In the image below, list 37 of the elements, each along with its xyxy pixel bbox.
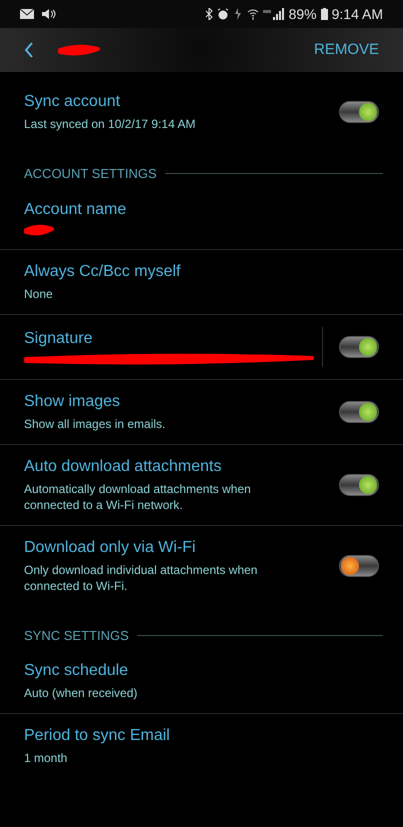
signal-icon [262,8,285,20]
setting-summary: 1 month [24,750,68,766]
setting-title: Download only via Wi-Fi [24,538,197,558]
clock: 9:14 AM [332,4,383,24]
section-header: SYNC SETTINGS [24,626,129,644]
setting-title: Auto download attachments [24,456,222,476]
setting-summary: Only download individual attachments when connected to Wi-Fi. [24,562,258,594]
volume-icon [42,9,56,19]
battery-icon [320,8,328,20]
charging-icon [232,8,243,20]
bluetooth-icon [204,8,213,20]
toggle-switch[interactable] [339,101,379,123]
redaction-scribble [24,224,54,236]
setting-title: Sync schedule [24,661,130,681]
setting-title: Period to sync Email [24,726,171,746]
remove-button[interactable]: REMOVE [314,38,379,62]
wifi-icon [246,8,259,20]
setting-summary: Auto (when received) [24,685,138,701]
mail-icon [20,9,34,19]
toggle-switch[interactable] [339,554,379,576]
redaction-scribble [58,44,100,56]
setting-summary: Last synced on 10/2/17 9:14 AM [24,116,196,132]
setting-title: Sync account [24,92,122,112]
section-header: ACCOUNT SETTINGS [24,165,157,183]
alarm-icon [216,8,229,20]
toggle-switch[interactable] [339,474,379,496]
toggle-switch[interactable] [339,400,379,422]
setting-summary: Automatically download attachments when connected to a Wi-Fi network. [24,480,252,512]
setting-title: Always Cc/Bcc myself [24,262,182,282]
setting-summary: None [24,286,54,302]
setting-summary: Show all images in emails. [24,416,166,432]
setting-title: Show images [24,392,122,412]
setting-title: Account name [24,200,128,220]
battery-percent: 89% [288,4,317,24]
back-icon [24,42,34,58]
setting-title: Signature [24,328,94,348]
toggle-switch[interactable] [339,336,379,358]
